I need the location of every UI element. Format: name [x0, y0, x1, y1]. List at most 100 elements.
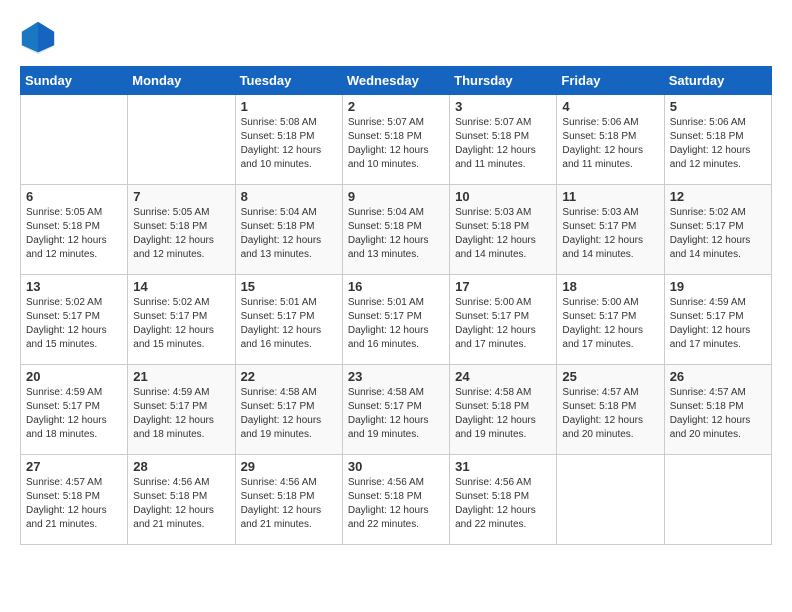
calendar-cell: 15 Sunrise: 5:01 AM Sunset: 5:17 PM Dayli… — [235, 275, 342, 365]
day-number: 11 — [562, 189, 658, 204]
calendar-cell: 30Sunrise: 4:56 AM Sunset: 5:18 PM Dayli… — [342, 455, 449, 545]
day-number: 20 — [26, 369, 122, 384]
day-number: 9 — [348, 189, 444, 204]
calendar-cell: 11 Sunrise: 5:03 AM Sunset: 5:17 PM Dayli… — [557, 185, 664, 275]
day-info: Sunrise: 4:56 AM Sunset: 5:18 PM Dayligh… — [133, 476, 229, 532]
day-info: Sunrise: 5:01 AM Sunset: 5:17 PM Dayligh… — [241, 296, 337, 352]
day-info: Sunrise: 5:04 AM Sunset: 5:18 PM Dayligh… — [241, 206, 337, 262]
day-info: Sunrise: 5:06 AM Sunset: 5:18 PM Dayligh… — [562, 116, 658, 172]
logo — [20, 20, 60, 56]
calendar-cell: 22 Sunrise: 4:58 AM Sunset: 5:17 PM Dayli… — [235, 365, 342, 455]
day-number: 27 — [26, 459, 122, 474]
calendar-cell: 10 Sunrise: 5:03 AM Sunset: 5:18 PM Dayli… — [450, 185, 557, 275]
calendar-cell: 2 Sunrise: 5:07 AM Sunset: 5:18 PM Daylig… — [342, 95, 449, 185]
weekday-header: Friday — [557, 67, 664, 95]
day-info: Sunrise: 5:00 AM Sunset: 5:17 PM Dayligh… — [455, 296, 551, 352]
day-number: 8 — [241, 189, 337, 204]
calendar-cell: 23 Sunrise: 4:58 AM Sunset: 5:17 PM Dayli… — [342, 365, 449, 455]
day-info: Sunrise: 5:02 AM Sunset: 5:17 PM Dayligh… — [133, 296, 229, 352]
day-info: Sunrise: 5:03 AM Sunset: 5:18 PM Dayligh… — [455, 206, 551, 262]
weekday-header: Saturday — [664, 67, 771, 95]
day-number: 15 — [241, 279, 337, 294]
day-number: 17 — [455, 279, 551, 294]
day-info: Sunrise: 4:57 AM Sunset: 5:18 PM Dayligh… — [562, 386, 658, 442]
day-number: 31 — [455, 459, 551, 474]
day-number: 26 — [670, 369, 766, 384]
calendar-header: SundayMondayTuesdayWednesdayThursdayFrid… — [21, 67, 772, 95]
day-info: Sunrise: 5:04 AM Sunset: 5:18 PM Dayligh… — [348, 206, 444, 262]
day-info: Sunrise: 5:01 AM Sunset: 5:17 PM Dayligh… — [348, 296, 444, 352]
calendar-cell: 14 Sunrise: 5:02 AM Sunset: 5:17 PM Dayli… — [128, 275, 235, 365]
day-number: 5 — [670, 99, 766, 114]
calendar-cell: 3Sunrise: 5:07 AM Sunset: 5:18 PM Daylig… — [450, 95, 557, 185]
day-info: Sunrise: 5:02 AM Sunset: 5:17 PM Dayligh… — [26, 296, 122, 352]
calendar-cell: 16 Sunrise: 5:01 AM Sunset: 5:17 PM Dayli… — [342, 275, 449, 365]
logo-icon — [20, 20, 56, 56]
calendar-cell: 31Sunrise: 4:56 AM Sunset: 5:18 PM Dayli… — [450, 455, 557, 545]
calendar-cell: 21 Sunrise: 4:59 AM Sunset: 5:17 PM Dayli… — [128, 365, 235, 455]
calendar-cell: 26 Sunrise: 4:57 AM Sunset: 5:18 PM Dayli… — [664, 365, 771, 455]
calendar-cell: 28Sunrise: 4:56 AM Sunset: 5:18 PM Dayli… — [128, 455, 235, 545]
day-info: Sunrise: 5:05 AM Sunset: 5:18 PM Dayligh… — [133, 206, 229, 262]
day-info: Sunrise: 5:06 AM Sunset: 5:18 PM Dayligh… — [670, 116, 766, 172]
calendar-cell: 4 Sunrise: 5:06 AM Sunset: 5:18 PM Daylig… — [557, 95, 664, 185]
calendar-cell: 1Sunrise: 5:08 AM Sunset: 5:18 PM Daylig… — [235, 95, 342, 185]
calendar-cell — [128, 95, 235, 185]
calendar-cell: 5 Sunrise: 5:06 AM Sunset: 5:18 PM Daylig… — [664, 95, 771, 185]
day-number: 6 — [26, 189, 122, 204]
calendar-cell: 7 Sunrise: 5:05 AM Sunset: 5:18 PM Daylig… — [128, 185, 235, 275]
day-number: 2 — [348, 99, 444, 114]
day-number: 22 — [241, 369, 337, 384]
day-info: Sunrise: 5:00 AM Sunset: 5:17 PM Dayligh… — [562, 296, 658, 352]
calendar-cell — [21, 95, 128, 185]
day-number: 25 — [562, 369, 658, 384]
day-info: Sunrise: 5:02 AM Sunset: 5:17 PM Dayligh… — [670, 206, 766, 262]
calendar-cell: 18 Sunrise: 5:00 AM Sunset: 5:17 PM Dayli… — [557, 275, 664, 365]
page-header — [20, 20, 772, 56]
calendar-cell: 6 Sunrise: 5:05 AM Sunset: 5:18 PM Daylig… — [21, 185, 128, 275]
day-info: Sunrise: 5:05 AM Sunset: 5:18 PM Dayligh… — [26, 206, 122, 262]
day-number: 16 — [348, 279, 444, 294]
day-number: 30 — [348, 459, 444, 474]
calendar-table: SundayMondayTuesdayWednesdayThursdayFrid… — [20, 66, 772, 545]
calendar-cell: 8 Sunrise: 5:04 AM Sunset: 5:18 PM Daylig… — [235, 185, 342, 275]
day-info: Sunrise: 4:59 AM Sunset: 5:17 PM Dayligh… — [133, 386, 229, 442]
calendar-cell: 9 Sunrise: 5:04 AM Sunset: 5:18 PM Daylig… — [342, 185, 449, 275]
day-info: Sunrise: 4:59 AM Sunset: 5:17 PM Dayligh… — [670, 296, 766, 352]
day-info: Sunrise: 5:07 AM Sunset: 5:18 PM Dayligh… — [348, 116, 444, 172]
day-number: 29 — [241, 459, 337, 474]
day-number: 4 — [562, 99, 658, 114]
day-number: 10 — [455, 189, 551, 204]
calendar-cell — [557, 455, 664, 545]
calendar-cell: 25 Sunrise: 4:57 AM Sunset: 5:18 PM Dayli… — [557, 365, 664, 455]
calendar-cell: 12 Sunrise: 5:02 AM Sunset: 5:17 PM Dayli… — [664, 185, 771, 275]
day-info: Sunrise: 4:56 AM Sunset: 5:18 PM Dayligh… — [241, 476, 337, 532]
day-number: 7 — [133, 189, 229, 204]
day-number: 19 — [670, 279, 766, 294]
day-number: 18 — [562, 279, 658, 294]
weekday-header: Monday — [128, 67, 235, 95]
calendar-cell — [664, 455, 771, 545]
weekday-header: Sunday — [21, 67, 128, 95]
calendar-cell: 29 Sunrise: 4:56 AM Sunset: 5:18 PM Dayli… — [235, 455, 342, 545]
day-info: Sunrise: 5:08 AM Sunset: 5:18 PM Dayligh… — [241, 116, 337, 172]
calendar-cell: 19 Sunrise: 4:59 AM Sunset: 5:17 PM Dayli… — [664, 275, 771, 365]
day-number: 24 — [455, 369, 551, 384]
day-number: 12 — [670, 189, 766, 204]
day-number: 21 — [133, 369, 229, 384]
day-number: 3 — [455, 99, 551, 114]
weekday-header: Tuesday — [235, 67, 342, 95]
calendar-cell: 24 Sunrise: 4:58 AM Sunset: 5:18 PM Dayli… — [450, 365, 557, 455]
calendar-cell: 17 Sunrise: 5:00 AM Sunset: 5:17 PM Dayli… — [450, 275, 557, 365]
day-number: 14 — [133, 279, 229, 294]
calendar-cell: 27Sunrise: 4:57 AM Sunset: 5:18 PM Dayli… — [21, 455, 128, 545]
day-number: 23 — [348, 369, 444, 384]
day-info: Sunrise: 4:58 AM Sunset: 5:17 PM Dayligh… — [348, 386, 444, 442]
day-info: Sunrise: 5:03 AM Sunset: 5:17 PM Dayligh… — [562, 206, 658, 262]
day-info: Sunrise: 4:57 AM Sunset: 5:18 PM Dayligh… — [670, 386, 766, 442]
day-info: Sunrise: 4:58 AM Sunset: 5:17 PM Dayligh… — [241, 386, 337, 442]
day-info: Sunrise: 4:58 AM Sunset: 5:18 PM Dayligh… — [455, 386, 551, 442]
calendar-cell: 20Sunrise: 4:59 AM Sunset: 5:17 PM Dayli… — [21, 365, 128, 455]
weekday-header: Thursday — [450, 67, 557, 95]
calendar-cell: 13Sunrise: 5:02 AM Sunset: 5:17 PM Dayli… — [21, 275, 128, 365]
